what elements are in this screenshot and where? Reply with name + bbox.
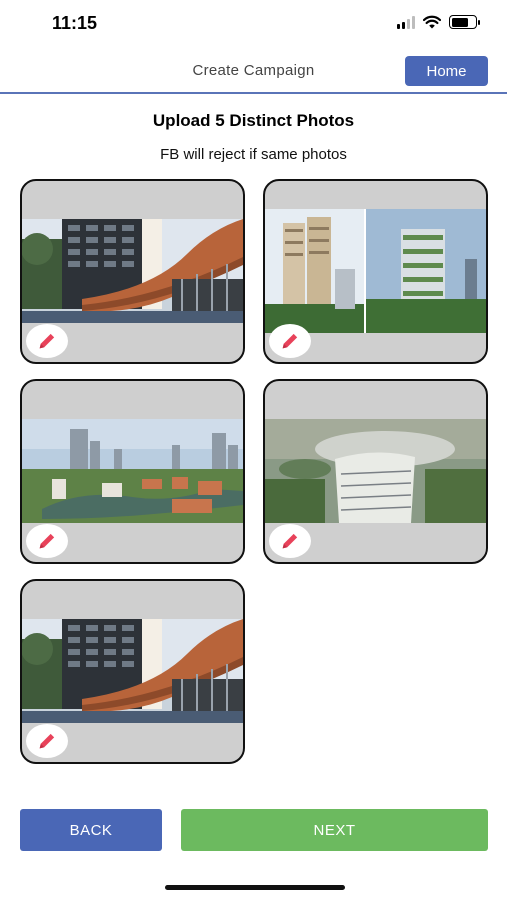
photo-thumbnail [22,419,243,523]
home-indicator[interactable] [165,885,345,890]
next-button[interactable]: NEXT [181,809,488,851]
upload-heading: Upload 5 Distinct Photos [152,111,355,130]
status-bar: 11:15 [0,0,507,46]
photo-slot-5[interactable] [20,579,245,764]
edit-photo-button[interactable] [26,724,68,758]
edit-photo-button[interactable] [269,524,311,558]
upload-subtext: FB will reject if same photos [160,146,347,163]
edit-photo-button[interactable] [26,324,68,358]
edit-photo-button[interactable] [26,524,68,558]
pencil-icon [39,533,55,549]
battery-icon [449,15,480,29]
status-icons [397,15,480,29]
photo-thumbnail [265,419,486,523]
photo-thumbnail [22,619,243,723]
edit-photo-button[interactable] [269,324,311,358]
home-button[interactable]: Home [405,56,488,86]
photo-slot-1[interactable] [20,179,245,364]
app-header: Create Campaign Home [0,50,507,94]
pencil-icon [282,533,298,549]
photo-slot-2[interactable] [263,179,488,364]
status-time: 11:15 [52,13,98,33]
photo-thumbnail [265,209,486,333]
back-button[interactable]: BACK [20,809,162,851]
photo-slot-4[interactable] [263,379,488,564]
photo-thumbnail [22,219,243,323]
pencil-icon [282,333,298,349]
pencil-icon [39,733,55,749]
pencil-icon [39,333,55,349]
wifi-icon [423,15,441,29]
cellular-signal-icon [397,15,415,29]
photo-slot-3[interactable] [20,379,245,564]
